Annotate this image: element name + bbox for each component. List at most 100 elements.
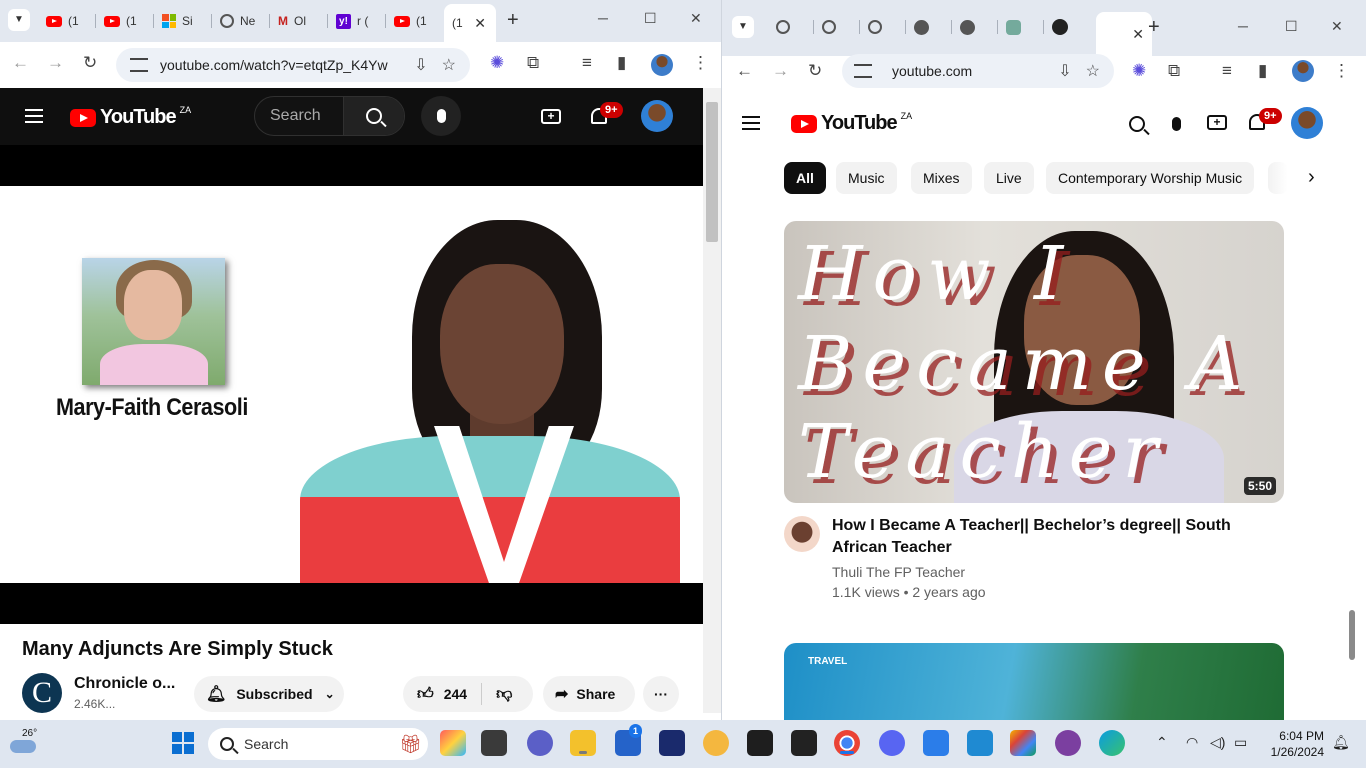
account-avatar[interactable] bbox=[641, 100, 673, 132]
start-button[interactable] bbox=[172, 732, 194, 754]
battery-icon[interactable]: ▭ bbox=[1234, 734, 1247, 751]
close-tab-icon[interactable]: ✕ bbox=[474, 15, 486, 32]
edge-icon[interactable] bbox=[1099, 730, 1125, 756]
extension-gear-icon[interactable]: ✺ bbox=[1132, 61, 1146, 81]
taskbar-search[interactable]: Search 🎁︎ bbox=[208, 728, 428, 760]
page-scrollbar-thumb[interactable] bbox=[1349, 610, 1355, 660]
extension-gear-icon[interactable]: ✺ bbox=[490, 53, 504, 73]
tab-github[interactable] bbox=[1044, 12, 1090, 42]
extensions-puzzle-icon[interactable]: ⧉ bbox=[1168, 61, 1180, 81]
chip-next-partial[interactable] bbox=[1268, 162, 1288, 194]
voice-search-button[interactable] bbox=[421, 96, 461, 136]
maximize-button[interactable]: ☐ bbox=[1285, 18, 1298, 35]
bookmark-star-icon[interactable]: ☆ bbox=[442, 55, 456, 75]
site-info-icon[interactable] bbox=[130, 58, 148, 72]
copilot-icon[interactable] bbox=[440, 730, 466, 756]
tab-youtube-2[interactable]: (1 bbox=[96, 6, 154, 36]
github-purple-icon[interactable] bbox=[1055, 730, 1081, 756]
tab-youtube-3[interactable]: (1 bbox=[386, 6, 444, 36]
page-scrollbar[interactable] bbox=[703, 88, 721, 713]
chrome-icon[interactable] bbox=[834, 730, 860, 756]
search-button[interactable] bbox=[343, 97, 404, 135]
close-window-button[interactable]: ✕ bbox=[1331, 18, 1343, 35]
menu-kebab-icon[interactable]: ⋮ bbox=[1333, 61, 1350, 81]
close-tab-icon[interactable]: ✕ bbox=[1132, 26, 1144, 43]
system-clock[interactable]: 6:04 PM 1/26/2024 bbox=[1262, 728, 1324, 760]
video-player[interactable]: Mary-Faith Cerasoli bbox=[0, 186, 703, 583]
voice-search-button[interactable] bbox=[1156, 104, 1196, 144]
tab-yahoo[interactable]: y! r ( bbox=[328, 6, 386, 36]
thumbs-down-icon[interactable]: 👎︎ bbox=[496, 685, 512, 704]
notification-bell-icon[interactable]: 🔔︎ bbox=[1332, 734, 1350, 751]
photos-icon[interactable] bbox=[1010, 730, 1036, 756]
wifi-icon[interactable]: ◠ bbox=[1186, 734, 1198, 751]
hamburger-menu-icon[interactable] bbox=[742, 116, 760, 130]
new-tab-button[interactable]: + bbox=[507, 10, 519, 30]
thumbs-up-icon[interactable]: 👍︎ bbox=[417, 685, 434, 704]
side-panel-icon[interactable]: ▮ bbox=[617, 53, 626, 73]
teams-icon[interactable] bbox=[527, 730, 553, 756]
channel-name[interactable]: Thuli The FP Teacher bbox=[832, 564, 965, 580]
tab-gmail[interactable]: M Ol bbox=[270, 6, 328, 36]
bookmark-star-icon[interactable]: ☆ bbox=[1086, 61, 1100, 81]
chip-mixes[interactable]: Mixes bbox=[911, 162, 972, 194]
show-hidden-icons-chevron-icon[interactable]: ⌃ bbox=[1156, 734, 1168, 751]
tab-chatgpt[interactable] bbox=[998, 12, 1044, 42]
bitcoin-app-icon[interactable] bbox=[703, 730, 729, 756]
tab-globe-2[interactable] bbox=[814, 12, 860, 42]
install-app-icon[interactable]: ⇩ bbox=[1058, 61, 1071, 81]
channel-name[interactable]: Chronicle o... bbox=[74, 675, 175, 693]
chip-music[interactable]: Music bbox=[836, 162, 897, 194]
maximize-button[interactable]: ☐ bbox=[644, 10, 657, 27]
file-explorer-icon[interactable] bbox=[570, 730, 596, 756]
youtube-logo[interactable]: YouTube ZA bbox=[70, 105, 191, 129]
youtube-logo[interactable]: YouTube ZA bbox=[791, 111, 912, 135]
tab-globe-1[interactable] bbox=[768, 12, 814, 42]
search-input[interactable]: Search bbox=[255, 107, 343, 125]
site-info-icon[interactable] bbox=[854, 64, 872, 78]
extensions-puzzle-icon[interactable]: ⧉ bbox=[527, 53, 539, 73]
new-tab-button[interactable]: + bbox=[1148, 17, 1160, 37]
back-icon[interactable]: ← bbox=[12, 53, 29, 73]
github-desktop-icon[interactable] bbox=[791, 730, 817, 756]
channel-avatar[interactable] bbox=[784, 516, 820, 552]
weather-widget[interactable]: 26° bbox=[10, 728, 38, 756]
tab-dark-2[interactable] bbox=[952, 12, 998, 42]
side-panel-icon[interactable]: ▮ bbox=[1258, 61, 1267, 81]
tab-search-button[interactable]: ▼ bbox=[732, 16, 754, 38]
video-title[interactable]: How I Became A Teacher|| Bechelor’s degr… bbox=[832, 515, 1282, 559]
tab-youtube-1[interactable]: (1 bbox=[38, 6, 96, 36]
profile-avatar[interactable] bbox=[1292, 60, 1314, 82]
minimize-button[interactable]: ─ bbox=[1238, 18, 1248, 34]
search-button[interactable] bbox=[1125, 112, 1149, 136]
chip-contemporary-worship[interactable]: Contemporary Worship Music bbox=[1046, 162, 1255, 194]
search-box[interactable]: Search bbox=[254, 96, 405, 136]
clock-app-icon[interactable] bbox=[923, 730, 949, 756]
forward-icon[interactable]: → bbox=[772, 61, 789, 81]
more-actions-button[interactable]: ··· bbox=[643, 676, 679, 712]
forward-icon[interactable]: → bbox=[47, 53, 64, 73]
tab-microsoft[interactable]: Si bbox=[154, 6, 212, 36]
app-m-icon[interactable] bbox=[659, 730, 685, 756]
media-control-icon[interactable]: ≡ bbox=[582, 53, 592, 73]
video-thumbnail[interactable]: How I Became A Teacher 5:50 bbox=[784, 221, 1284, 503]
install-app-icon[interactable]: ⇩ bbox=[414, 55, 427, 75]
tab-dark-1[interactable] bbox=[906, 12, 952, 42]
tab-search-button[interactable]: ▼ bbox=[8, 9, 30, 31]
subscribed-button[interactable]: 🔔︎ Subscribed ⌄ bbox=[194, 676, 344, 712]
vscode-icon[interactable] bbox=[967, 730, 993, 756]
video-thumbnail-2[interactable]: TRAVEL bbox=[784, 643, 1284, 720]
account-avatar[interactable] bbox=[1291, 107, 1323, 139]
create-video-button[interactable]: + bbox=[1205, 110, 1229, 134]
figma-icon[interactable] bbox=[747, 730, 773, 756]
scrollbar-thumb[interactable] bbox=[706, 102, 718, 242]
tab-globe-3[interactable] bbox=[860, 12, 906, 42]
tab-globe[interactable]: Ne bbox=[212, 6, 270, 36]
chips-next-arrow-icon[interactable]: › bbox=[1308, 166, 1315, 189]
menu-kebab-icon[interactable]: ⋮ bbox=[692, 53, 709, 73]
minimize-button[interactable]: ─ bbox=[598, 10, 608, 26]
close-window-button[interactable]: ✕ bbox=[690, 10, 702, 27]
reload-icon[interactable]: ↻ bbox=[808, 61, 822, 81]
chip-all[interactable]: All bbox=[784, 162, 826, 194]
task-view-icon[interactable] bbox=[481, 730, 507, 756]
